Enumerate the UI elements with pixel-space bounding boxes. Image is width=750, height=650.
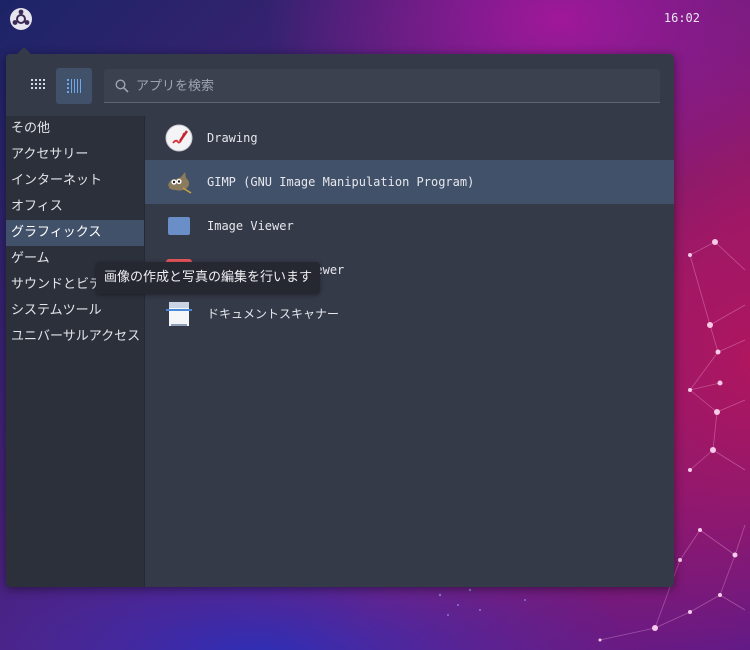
category-graphics[interactable]: グラフィックス (6, 220, 144, 246)
app-item-image-viewer[interactable]: Image Viewer (145, 204, 674, 248)
app-item-drawing[interactable]: Drawing (145, 116, 674, 160)
grid-view-icon (31, 79, 45, 89)
category-other[interactable]: その他 (6, 116, 144, 142)
budgie-logo-icon[interactable] (9, 7, 33, 31)
top-panel: 16:02 (0, 0, 750, 38)
app-label: ドキュメントスキャナー (207, 307, 340, 321)
search-icon (115, 79, 129, 93)
category-list: その他 アクセサリー インターネット オフィス グラフィックス ゲーム サウンド… (6, 116, 145, 587)
category-system-tools[interactable]: システムツール (6, 298, 144, 324)
list-view-icon (67, 79, 81, 93)
gimp-app-icon (166, 172, 192, 194)
clock[interactable]: 16:02 (664, 11, 700, 25)
category-universal-access[interactable]: ユニバーサルアクセス (6, 324, 144, 350)
list-view-button[interactable] (56, 68, 92, 104)
category-internet[interactable]: インターネット (6, 168, 144, 194)
search-input[interactable] (136, 69, 646, 103)
app-label: Drawing (207, 131, 258, 145)
app-list: Drawing GIMP (GNU Image Manipulation Pro… (145, 116, 674, 587)
category-office[interactable]: オフィス (6, 194, 144, 220)
drawing-app-icon (165, 124, 193, 152)
app-tooltip: 画像の作成と写真の編集を行います (96, 262, 320, 294)
category-accessories[interactable]: アクセサリー (6, 142, 144, 168)
app-item-gimp[interactable]: GIMP (GNU Image Manipulation Program) (145, 160, 674, 204)
app-item-document-scanner[interactable]: ドキュメントスキャナー (145, 292, 674, 336)
grid-view-button[interactable] (20, 68, 56, 104)
image-viewer-app-icon (168, 217, 190, 235)
document-scanner-app-icon (166, 302, 192, 326)
app-label: Image Viewer (207, 219, 294, 233)
application-menu: その他 アクセサリー インターネット オフィス グラフィックス ゲーム サウンド… (6, 47, 674, 587)
search-box[interactable] (104, 69, 660, 103)
app-label: GIMP (GNU Image Manipulation Program) (207, 175, 475, 189)
